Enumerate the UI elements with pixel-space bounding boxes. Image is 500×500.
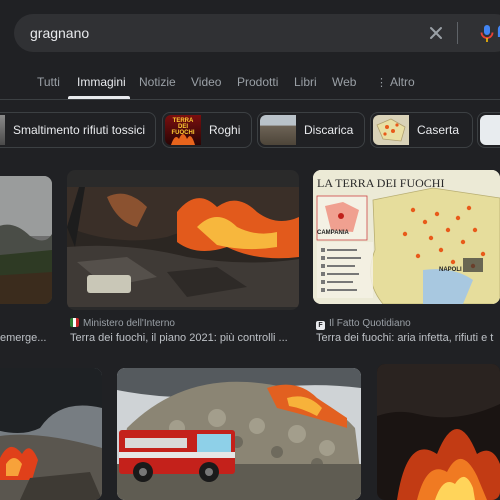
chip-thumbnail [260, 115, 296, 145]
chip-discarica[interactable]: Discarica [257, 112, 365, 148]
chip-next[interactable] [477, 112, 500, 148]
result-image-0[interactable] [0, 176, 52, 304]
close-icon[interactable] [426, 23, 446, 43]
result-caption-0[interactable]: emerge... [0, 332, 50, 344]
result-image-5[interactable] [377, 364, 500, 500]
tab-all[interactable]: Tutti [37, 75, 60, 89]
result-image-3[interactable] [0, 368, 102, 500]
tab-news[interactable]: Notizie [139, 75, 176, 89]
result-source-label: Il Fatto Quotidiano [329, 318, 411, 329]
search-bar[interactable]: gragnano [14, 14, 500, 52]
map-region-label: CAMPANIA [317, 230, 349, 236]
tab-products[interactable]: Prodotti [237, 75, 278, 89]
tab-images[interactable]: Immagini [77, 75, 126, 89]
chip-thumbnail [373, 115, 409, 145]
result-image-1[interactable] [67, 170, 299, 310]
lens-icon[interactable] [496, 23, 500, 43]
chip-thumbnail [0, 115, 5, 145]
tabs-divider [0, 99, 500, 100]
chip-label: Discarica [304, 123, 354, 137]
result-source-1[interactable]: Ministero dell'Interno [70, 318, 175, 329]
ministero-favicon-icon [70, 318, 79, 327]
map-title: LA TERRA DEI FUOCHI [317, 176, 445, 190]
tab-web[interactable]: Web [332, 75, 356, 89]
chip-caserta[interactable]: Caserta [370, 112, 473, 148]
tab-video[interactable]: Video [191, 75, 221, 89]
microphone-icon[interactable] [476, 22, 498, 44]
result-image-2[interactable]: LA TERRA DEI FUOCHI CAMPANIA NAPOLI [313, 170, 500, 304]
map-city-label: NAPOLI [439, 267, 462, 273]
chip-label: Caserta [417, 123, 460, 137]
chip-thumbnail: TERRA DEI FUOCHI [165, 115, 201, 145]
chip-thumbnail [480, 115, 500, 145]
tab-books[interactable]: Libri [294, 75, 317, 89]
tab-more-label: Altro [390, 75, 415, 89]
result-caption-1[interactable]: Terra dei fuochi, il piano 2021: più con… [70, 332, 298, 344]
tab-more[interactable]: ⋮ Altro [376, 75, 415, 89]
chip-smaltimento-rifiuti-tossici[interactable]: Smaltimento rifiuti tossici [0, 112, 156, 148]
chip-roghi[interactable]: TERRA DEI FUOCHI Roghi [162, 112, 252, 148]
search-input[interactable]: gragnano [30, 25, 89, 41]
more-vert-icon: ⋮ [376, 77, 387, 89]
search-divider [457, 22, 458, 44]
chip-label: Smaltimento rifiuti tossici [13, 123, 146, 137]
result-caption-2[interactable]: Terra dei fuochi: aria infetta, rifiuti … [316, 332, 500, 344]
result-source-2[interactable]: F Il Fatto Quotidiano [316, 318, 411, 330]
chip-label: Roghi [209, 123, 241, 137]
result-source-label: Ministero dell'Interno [83, 318, 175, 329]
ilfatto-favicon-icon: F [316, 321, 325, 330]
result-image-4[interactable] [117, 368, 361, 500]
